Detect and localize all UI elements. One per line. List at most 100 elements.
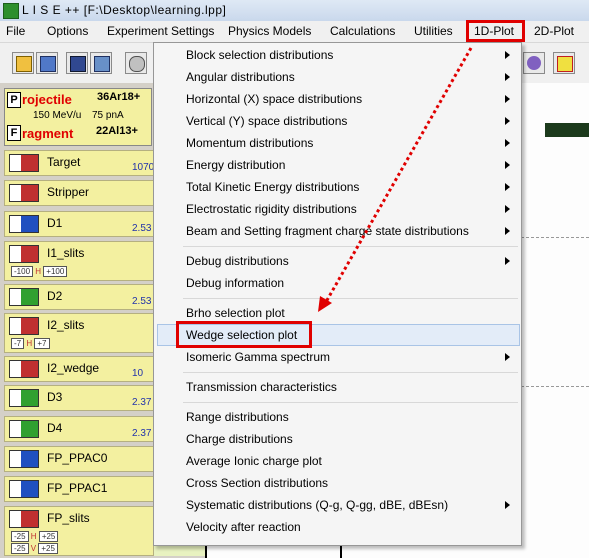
block-fp-slits[interactable]: FP_slits -25 H +25 -25 V +25 <box>4 506 154 556</box>
dropdown-item-transmission-characteristics[interactable]: Transmission characteristics <box>186 380 337 398</box>
block-value: 2.53 <box>132 223 152 234</box>
block-fp-ppac0[interactable]: FP_PPAC0 <box>4 446 154 472</box>
menu-calculations[interactable]: Calculations <box>330 24 395 40</box>
dropdown-item-velocity-after-reaction[interactable]: Velocity after reaction <box>186 520 301 538</box>
dropdown-item-energy-distribution[interactable]: Energy distribution <box>186 158 285 176</box>
dropdown-item-horizontal-x-space-distributions[interactable]: Horizontal (X) space distributions <box>186 92 362 110</box>
block-icon <box>9 480 39 498</box>
submenu-arrow-icon <box>505 161 510 169</box>
dropdown-item-angular-distributions[interactable]: Angular distributions <box>186 70 295 88</box>
dropdown-item-debug-information[interactable]: Debug information <box>186 276 284 294</box>
monitor-icon <box>70 56 86 72</box>
slit-settings[interactable]: -100 H +100 <box>11 266 68 277</box>
window-title: L I S E ++ [F:\Desktop\learning.lpp] <box>22 3 227 17</box>
lightning-icon <box>557 56 573 72</box>
submenu-arrow-icon <box>505 73 510 81</box>
projectile-label: rojectile <box>22 92 72 107</box>
submenu-arrow-icon <box>505 95 510 103</box>
dropdown-item-electrostatic-rigidity-distributions[interactable]: Electrostatic rigidity distributions <box>186 202 357 220</box>
block-label: FP_slits <box>47 511 90 525</box>
block-icon <box>9 510 39 528</box>
gear-icon <box>129 56 145 72</box>
block-i1-slits[interactable]: I1_slits -100 H +100 <box>4 241 154 281</box>
block-i2-slits[interactable]: I2_slits -7 H +7 <box>4 313 154 353</box>
block-icon <box>9 288 39 306</box>
dropdown-item-average-ionic-charge-plot[interactable]: Average Ionic charge plot <box>186 454 322 472</box>
block-value: 2.37 <box>132 428 152 439</box>
dropdown-item-momentum-distributions[interactable]: Momentum distributions <box>186 136 313 154</box>
folder-icon <box>16 56 32 72</box>
block-value: 10 <box>132 368 144 379</box>
grid-line <box>521 237 589 239</box>
dropdown-item-systematic-distributions-q-g-q-gg-dbe-dbesn[interactable]: Systematic distributions (Q-g, Q-gg, dBE… <box>186 498 448 516</box>
block-icon <box>9 450 39 468</box>
fragment-icon: F <box>7 125 21 141</box>
projectile-icon: P <box>7 92 21 108</box>
submenu-arrow-icon <box>505 117 510 125</box>
dropdown-item-range-distributions[interactable]: Range distributions <box>186 410 289 428</box>
block-icon <box>9 215 39 233</box>
dropdown-item-charge-distributions[interactable]: Charge distributions <box>186 432 293 450</box>
block-icon <box>9 389 39 407</box>
lightning-button[interactable] <box>553 52 575 74</box>
menu-options[interactable]: Options <box>47 24 88 40</box>
zoom-button[interactable] <box>523 52 545 74</box>
submenu-arrow-icon <box>505 501 510 509</box>
config-button[interactable] <box>90 52 112 74</box>
slit-settings[interactable]: -25 H +25 <box>11 531 59 542</box>
block-icon <box>9 360 39 378</box>
submenu-arrow-icon <box>505 353 510 361</box>
submenu-arrow-icon <box>505 227 510 235</box>
dropdown-item-debug-distributions[interactable]: Debug distributions <box>186 254 289 272</box>
block-value: 2.53 <box>132 296 152 307</box>
config-icon <box>94 56 110 72</box>
block-label: FP_PPAC0 <box>47 451 108 465</box>
block-value: 2.37 <box>132 397 152 408</box>
highlight-box-wedge-selection <box>176 321 312 348</box>
slit-settings-vertical[interactable]: -25 V +25 <box>11 543 58 554</box>
block-icon <box>9 317 39 335</box>
grid-line <box>521 386 589 388</box>
menu-separator <box>183 402 518 403</box>
dropdown-item-block-selection-distributions[interactable]: Block selection distributions <box>186 48 333 66</box>
settings-button[interactable] <box>125 52 147 74</box>
menu-file[interactable]: File <box>6 24 25 40</box>
menu-separator <box>183 372 518 373</box>
menu-physics-models[interactable]: Physics Models <box>228 24 311 40</box>
menu-utilities[interactable]: Utilities <box>414 24 453 40</box>
projectile-intensity: 75 pnA <box>92 110 124 121</box>
projectile-isotope: 36Ar18+ <box>97 91 141 103</box>
dropdown-item-vertical-y-space-distributions[interactable]: Vertical (Y) space distributions <box>186 114 347 132</box>
block-fp-ppac1[interactable]: FP_PPAC1 <box>4 476 154 502</box>
open-file-button[interactable] <box>12 52 34 74</box>
block-stripper[interactable]: Stripper <box>4 180 154 206</box>
block-label: D2 <box>47 289 63 303</box>
slit-settings[interactable]: -7 H +7 <box>11 338 50 349</box>
block-label: I2_slits <box>47 318 85 332</box>
dropdown-item-isomeric-gamma-spectrum[interactable]: Isomeric Gamma spectrum <box>186 350 330 368</box>
block-label: I1_slits <box>47 246 85 260</box>
submenu-arrow-icon <box>505 139 510 147</box>
block-label: Stripper <box>47 185 90 199</box>
block-label: D1 <box>47 216 63 230</box>
monitor-button[interactable] <box>66 52 88 74</box>
app-icon <box>3 3 19 19</box>
menu-experiment-settings[interactable]: Experiment Settings <box>107 24 214 40</box>
submenu-arrow-icon <box>505 51 510 59</box>
menu-separator <box>183 298 518 299</box>
submenu-arrow-icon <box>505 183 510 191</box>
dropdown-item-total-kinetic-energy-distributions[interactable]: Total Kinetic Energy distributions <box>186 180 359 198</box>
dropdown-item-beam-and-setting-fragment-charge-state-distributions[interactable]: Beam and Setting fragment charge state d… <box>186 224 469 242</box>
block-label: Target <box>47 155 81 169</box>
block-label: D3 <box>47 390 63 404</box>
fragment-isotope: 22Al13+ <box>96 125 138 137</box>
block-value: 1070 <box>132 162 155 173</box>
save-file-button[interactable] <box>36 52 58 74</box>
submenu-arrow-icon <box>505 205 510 213</box>
menu-2d-plot[interactable]: 2D-Plot <box>534 24 574 40</box>
menu-separator <box>183 246 518 247</box>
submenu-arrow-icon <box>505 257 510 265</box>
block-label: I2_wedge <box>47 361 100 375</box>
projectile-energy: 150 MeV/u <box>33 110 82 121</box>
dropdown-item-cross-section-distributions[interactable]: Cross Section distributions <box>186 476 328 494</box>
